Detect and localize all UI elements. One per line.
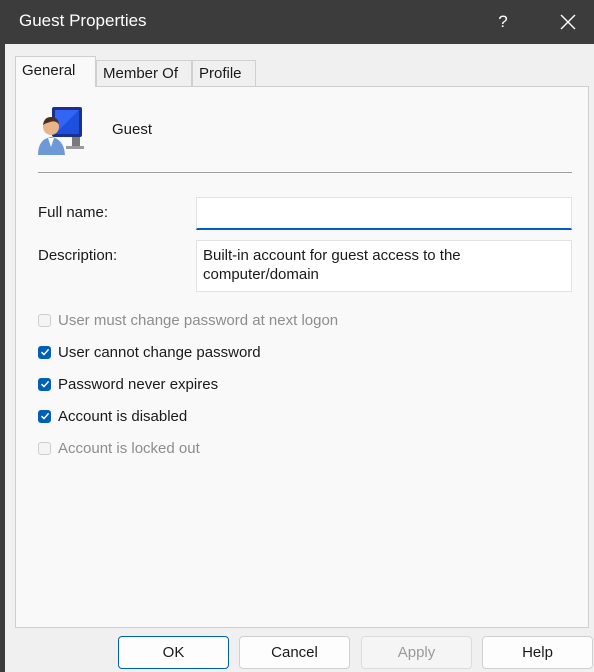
window-title: Guest Properties	[19, 11, 147, 30]
properties-dialog: Guest Properties ? General Member Of Pro…	[0, 0, 594, 672]
checkmark-icon	[40, 412, 49, 420]
title-bar[interactable]: Guest Properties ?	[5, 0, 594, 44]
help-title-button[interactable]: ?	[475, 0, 531, 44]
full-name-label: Full name:	[38, 204, 109, 221]
checkbox-checked-icon[interactable]	[38, 345, 51, 359]
user-computer-icon	[38, 107, 84, 155]
option-label: User must change password at next logon	[58, 311, 339, 329]
tab-profile-label: Profile	[199, 65, 242, 82]
close-icon	[560, 14, 575, 30]
question-mark-icon: ?	[498, 12, 508, 31]
tab-member-of-label: Member Of	[103, 65, 179, 82]
header-divider	[38, 172, 572, 173]
tab-strip: General Member Of Profile	[15, 56, 594, 87]
tab-member-of[interactable]: Member Of	[96, 60, 192, 86]
option-must-change-password[interactable]: User must change password at next logon	[38, 310, 338, 330]
apply-button[interactable]: Apply	[361, 636, 472, 669]
checkbox-unchecked-icon[interactable]	[38, 441, 51, 455]
option-label: Account is locked out	[58, 439, 200, 457]
ok-button[interactable]: OK	[118, 636, 229, 669]
checkbox-checked-icon[interactable]	[38, 377, 51, 391]
option-label: User cannot change password	[58, 343, 261, 361]
option-account-locked-out[interactable]: Account is locked out	[38, 438, 200, 458]
checkbox-checked-icon[interactable]	[38, 409, 51, 423]
general-tab-panel: Guest Full name: Description: Built-in a…	[15, 86, 589, 628]
close-button[interactable]	[541, 0, 594, 44]
option-label: Password never expires	[58, 375, 219, 393]
option-password-never-expires[interactable]: Password never expires	[38, 374, 218, 394]
full-name-field[interactable]	[196, 197, 572, 230]
user-name-label: Guest	[112, 121, 153, 138]
description-field[interactable]: Built-in account for guest access to the…	[196, 240, 572, 292]
tab-general-label: General	[22, 62, 76, 79]
option-label: Account is disabled	[58, 407, 188, 425]
tab-general[interactable]: General	[15, 56, 96, 87]
option-cannot-change-password[interactable]: User cannot change password	[38, 342, 261, 362]
description-label: Description:	[38, 247, 118, 264]
help-button[interactable]: Help	[482, 636, 593, 669]
cancel-button[interactable]: Cancel	[239, 636, 350, 669]
checkbox-unchecked-icon[interactable]	[38, 313, 51, 327]
checkmark-icon	[40, 348, 49, 356]
checkmark-icon	[40, 380, 49, 388]
tab-profile[interactable]: Profile	[192, 60, 256, 86]
option-account-disabled[interactable]: Account is disabled	[38, 406, 187, 426]
